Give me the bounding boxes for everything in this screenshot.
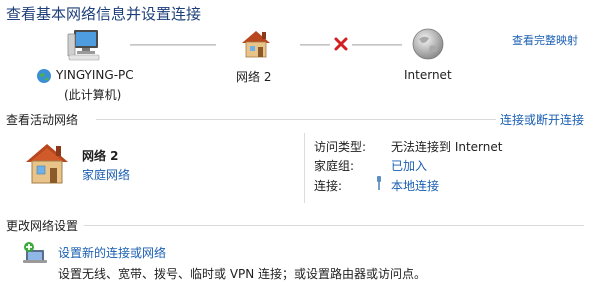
computer-sub: (此计算机) xyxy=(64,88,122,102)
connect-disconnect-link[interactable]: 连接或断开连接 xyxy=(500,111,584,128)
connection-label: 连接: xyxy=(314,179,343,193)
network-globe-icon xyxy=(36,68,52,84)
connection-line xyxy=(300,44,330,46)
setup-network-icon[interactable] xyxy=(22,241,48,265)
error-x-icon[interactable] xyxy=(333,36,349,52)
access-type-label: 访问类型: xyxy=(314,140,367,154)
homegroup-label: 家庭组: xyxy=(314,159,355,173)
access-type-value: 无法连接到 Internet xyxy=(391,140,503,154)
divider xyxy=(84,225,584,226)
change-settings-heading: 更改网络设置 xyxy=(6,219,79,233)
network-name: 网络 2 xyxy=(82,149,119,163)
network-map: YINGYING-PC (此计算机) 网络 2 Internet xyxy=(0,20,592,110)
globe-icon[interactable] xyxy=(410,26,446,62)
connection-line xyxy=(352,44,402,46)
setup-description: 设置无线、宽带、拨号、临时或 VPN 连接；或设置路由器或访问点。 xyxy=(58,267,427,281)
homegroup-link[interactable]: 已加入 xyxy=(391,157,427,174)
network-map-label: 网络 2 xyxy=(236,70,272,84)
active-network-heading: 查看活动网络 xyxy=(6,113,79,127)
divider xyxy=(96,119,496,120)
computer-icon[interactable] xyxy=(66,28,104,62)
house-icon[interactable] xyxy=(238,26,274,60)
connection-line xyxy=(130,44,216,46)
internet-label: Internet xyxy=(404,68,452,82)
vertical-divider xyxy=(304,133,305,203)
setup-connection-link[interactable]: 设置新的连接或网络 xyxy=(58,244,166,261)
computer-name: YINGYING-PC xyxy=(56,68,134,82)
cable-icon xyxy=(374,176,384,190)
network-type-link[interactable]: 家庭网络 xyxy=(82,166,130,183)
house-icon[interactable] xyxy=(22,138,72,188)
local-connection-link[interactable]: 本地连接 xyxy=(391,177,439,194)
